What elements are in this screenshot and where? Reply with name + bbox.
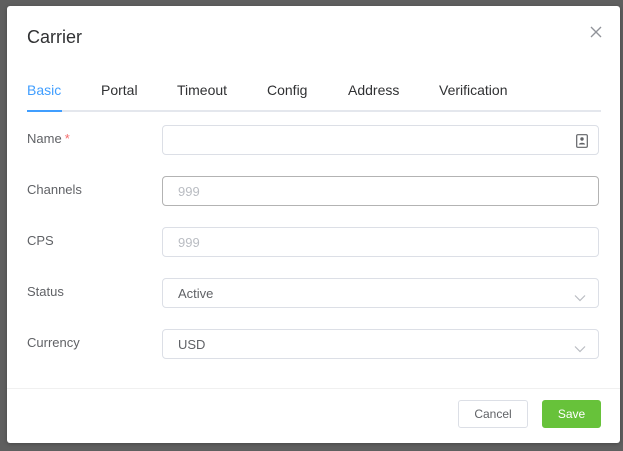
dialog-title: Carrier bbox=[27, 27, 83, 47]
currency-label: Currency bbox=[27, 335, 80, 350]
channels-input[interactable] bbox=[163, 177, 598, 205]
form-row-channels: Channels bbox=[27, 176, 601, 208]
name-field[interactable] bbox=[162, 125, 599, 155]
tab-timeout[interactable]: Timeout bbox=[177, 80, 227, 100]
tab-basic-label: Basic bbox=[27, 82, 62, 98]
tab-timeout-label: Timeout bbox=[177, 82, 228, 98]
cps-label: CPS bbox=[27, 233, 54, 248]
tab-portal[interactable]: Portal bbox=[101, 80, 138, 100]
tab-config-label: Config bbox=[267, 82, 308, 98]
currency-selected-value: USD bbox=[178, 337, 206, 352]
tab-config[interactable]: Config bbox=[267, 80, 307, 100]
channels-field[interactable] bbox=[162, 176, 599, 206]
contact-card-icon[interactable] bbox=[576, 134, 588, 148]
name-label-text: Name bbox=[27, 131, 62, 146]
tab-basic[interactable]: Basic bbox=[27, 80, 61, 100]
tab-verification-label: Verification bbox=[439, 82, 508, 98]
tab-verification[interactable]: Verification bbox=[439, 80, 507, 100]
form-row-name: Name * bbox=[27, 125, 601, 157]
channels-label: Channels bbox=[27, 182, 82, 197]
name-input[interactable] bbox=[163, 126, 598, 154]
status-select[interactable]: Active bbox=[162, 278, 599, 308]
status-selected-value: Active bbox=[178, 286, 214, 301]
cps-field[interactable] bbox=[162, 227, 599, 257]
cancel-button[interactable]: Cancel bbox=[458, 400, 528, 428]
footer-divider bbox=[7, 388, 620, 389]
status-label: Status bbox=[27, 284, 64, 299]
carrier-dialog: Carrier Basic Portal Timeout Config Addr… bbox=[7, 6, 620, 443]
name-label: Name * bbox=[27, 125, 70, 153]
chevron-down-icon bbox=[574, 289, 586, 302]
close-icon[interactable] bbox=[588, 24, 604, 40]
form-row-currency: Currency USD bbox=[27, 329, 601, 361]
tab-bar: Basic Portal Timeout Config Address Veri… bbox=[27, 80, 601, 112]
required-asterisk: * bbox=[64, 131, 70, 146]
form-row-cps: CPS bbox=[27, 227, 601, 259]
tab-address-label: Address bbox=[348, 82, 400, 98]
chevron-down-icon bbox=[574, 340, 586, 353]
form-row-status: Status Active bbox=[27, 278, 601, 310]
active-tab-indicator bbox=[27, 110, 62, 112]
currency-select[interactable]: USD bbox=[162, 329, 599, 359]
tab-portal-label: Portal bbox=[101, 82, 138, 98]
cps-input[interactable] bbox=[163, 228, 598, 256]
tab-address[interactable]: Address bbox=[348, 80, 399, 100]
save-button[interactable]: Save bbox=[542, 400, 601, 428]
